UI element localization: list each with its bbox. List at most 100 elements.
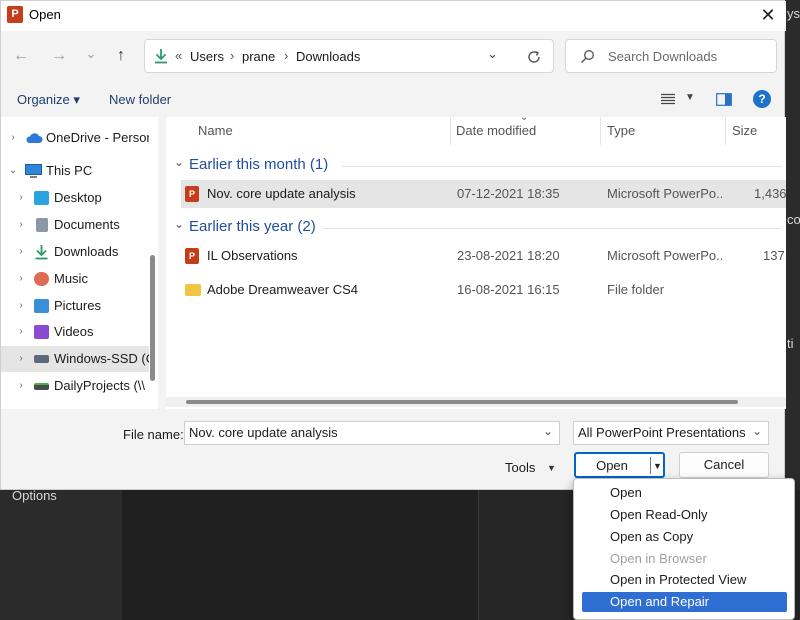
preview-pane-icon[interactable] bbox=[716, 93, 732, 106]
open-split-button[interactable]: Open ▼ bbox=[574, 452, 665, 478]
menu-item-open-and-repair[interactable]: Open and Repair bbox=[582, 592, 787, 612]
address-bar[interactable]: « Users › prane › Downloads ⌄ bbox=[144, 39, 554, 73]
chevron-down-icon[interactable]: ⌄ bbox=[7, 158, 19, 184]
chevron-right-icon[interactable]: › bbox=[15, 239, 27, 265]
sidebar-item-music[interactable]: › Music bbox=[1, 266, 149, 292]
file-name: Adobe Dreamweaver CS4 bbox=[207, 282, 359, 297]
tools-button[interactable]: Tools ▼ bbox=[505, 457, 561, 479]
filename-input[interactable]: Nov. core update analysis ⌄ bbox=[184, 421, 560, 445]
breadcrumb-users[interactable]: Users bbox=[190, 49, 224, 64]
sidebar-label-downloads: Downloads bbox=[54, 244, 119, 259]
column-separator[interactable] bbox=[725, 117, 726, 145]
open-button[interactable]: Open bbox=[576, 454, 648, 478]
group-label-this-year: Earlier this year (2) bbox=[189, 218, 316, 235]
group-divider bbox=[322, 228, 782, 229]
chevron-right-icon[interactable]: › bbox=[15, 319, 27, 345]
refresh-icon[interactable] bbox=[526, 49, 542, 65]
powerpoint-app-icon: P bbox=[7, 6, 23, 23]
filetype-value: All PowerPoint Presentations bbox=[578, 425, 746, 440]
group-header-this-year[interactable]: ⌄ Earlier this year (2) bbox=[174, 216, 782, 238]
background-divider bbox=[478, 490, 479, 620]
breadcrumb-prane[interactable]: prane bbox=[242, 49, 275, 64]
sidebar-item-documents[interactable]: › Documents bbox=[1, 212, 149, 238]
chevron-right-icon[interactable]: › bbox=[15, 212, 27, 238]
open-dropdown-arrow-icon[interactable]: ▼ bbox=[653, 454, 662, 478]
breadcrumb-downloads[interactable]: Downloads bbox=[296, 49, 360, 64]
group-header-this-month[interactable]: ⌄ Earlier this month (1) bbox=[174, 154, 782, 176]
file-date: 07-12-2021 18:35 bbox=[457, 186, 560, 201]
file-type: Microsoft PowerPo... bbox=[607, 186, 722, 201]
menu-item-open-protected-view[interactable]: Open in Protected View bbox=[582, 570, 787, 590]
column-header-size[interactable]: Size bbox=[732, 123, 757, 138]
view-options-icon[interactable] bbox=[661, 93, 675, 105]
videos-icon bbox=[34, 325, 49, 339]
menu-item-open-read-only[interactable]: Open Read-Only bbox=[582, 505, 787, 525]
chevron-right-icon[interactable]: › bbox=[15, 373, 27, 399]
sidebar-label-desktop: Desktop bbox=[54, 190, 102, 205]
sidebar-item-this-pc[interactable]: ⌄ This PC bbox=[1, 158, 149, 184]
sidebar-item-videos[interactable]: › Videos bbox=[1, 319, 149, 345]
sidebar-label-documents: Documents bbox=[54, 217, 120, 232]
forward-button[interactable]: → bbox=[46, 43, 72, 69]
column-separator[interactable] bbox=[600, 117, 601, 145]
navigation-pane: › OneDrive - Person ⌄ This PC › Desktop … bbox=[1, 117, 158, 409]
column-header-type[interactable]: Type bbox=[607, 123, 635, 138]
chevron-right-icon[interactable]: › bbox=[15, 266, 27, 292]
horizontal-scrollbar[interactable] bbox=[166, 397, 786, 407]
open-dialog: P Open ✕ ← → ⌄ ↑ « Users › prane › Downl… bbox=[0, 0, 787, 490]
column-header-date[interactable]: Date modified bbox=[456, 123, 536, 138]
sidebar-scrollbar-thumb[interactable] bbox=[150, 255, 155, 381]
column-header-row: Name ⌄ Date modified Type Size bbox=[166, 112, 786, 145]
chevron-right-icon[interactable]: › bbox=[15, 293, 27, 319]
filename-value: Nov. core update analysis bbox=[189, 425, 338, 440]
cancel-button[interactable]: Cancel bbox=[679, 452, 769, 478]
menu-item-open[interactable]: Open bbox=[582, 483, 787, 503]
help-icon[interactable]: ? bbox=[753, 90, 771, 108]
back-button[interactable]: ← bbox=[8, 43, 34, 69]
command-bar: Organize ▾ New folder ▼ ? bbox=[1, 83, 786, 115]
column-separator[interactable] bbox=[450, 117, 451, 145]
file-name: IL Observations bbox=[207, 248, 298, 263]
sidebar-item-pictures[interactable]: › Pictures bbox=[1, 293, 149, 319]
view-dropdown-chevron-icon[interactable]: ▼ bbox=[685, 92, 695, 103]
file-date: 23-08-2021 18:20 bbox=[457, 248, 560, 263]
background-app-panel bbox=[122, 490, 478, 620]
search-box[interactable]: Search Downloads bbox=[565, 39, 777, 73]
filetype-select[interactable]: All PowerPoint Presentations ⌄ bbox=[573, 421, 769, 445]
folder-icon bbox=[185, 284, 201, 296]
organize-button[interactable]: Organize ▾ bbox=[17, 92, 80, 108]
new-folder-button[interactable]: New folder bbox=[109, 92, 171, 107]
sidebar-label-dailyprojects: DailyProjects (\\ bbox=[54, 378, 146, 393]
sidebar-item-dailyprojects[interactable]: › DailyProjects (\\ bbox=[1, 373, 149, 399]
menu-item-open-as-copy[interactable]: Open as Copy bbox=[582, 527, 787, 547]
search-placeholder: Search Downloads bbox=[608, 49, 718, 64]
close-button[interactable]: ✕ bbox=[753, 3, 783, 27]
breadcrumb-separator-icon: › bbox=[284, 48, 289, 63]
recent-locations-button[interactable]: ⌄ bbox=[78, 41, 104, 67]
chevron-right-icon[interactable]: › bbox=[15, 185, 27, 211]
file-row[interactable]: P IL Observations 23-08-2021 18:20 Micro… bbox=[181, 242, 786, 270]
horizontal-scrollbar-thumb[interactable] bbox=[186, 400, 738, 404]
sidebar-label-onedrive: OneDrive - Person bbox=[46, 130, 149, 145]
sidebar-item-desktop[interactable]: › Desktop bbox=[1, 185, 149, 211]
sidebar-item-onedrive[interactable]: › OneDrive - Person bbox=[1, 125, 149, 151]
sort-chevron-icon: ⌄ bbox=[520, 112, 529, 123]
up-button[interactable]: ↑ bbox=[108, 43, 134, 69]
chevron-right-icon[interactable]: › bbox=[15, 346, 27, 372]
file-row[interactable]: P Nov. core update analysis 07-12-2021 1… bbox=[181, 180, 787, 208]
up-arrow-icon: ↑ bbox=[117, 47, 125, 64]
file-row[interactable]: Adobe Dreamweaver CS4 16-08-2021 16:15 F… bbox=[181, 276, 786, 304]
search-icon bbox=[581, 50, 594, 63]
split-divider bbox=[650, 457, 651, 474]
background-options-label[interactable]: Options bbox=[12, 488, 57, 503]
breadcrumb-overflow[interactable]: « bbox=[175, 48, 182, 63]
column-header-name[interactable]: Name bbox=[198, 123, 233, 138]
documents-icon bbox=[36, 218, 48, 232]
sidebar-item-windows-ssd[interactable]: › Windows-SSD (C bbox=[1, 346, 149, 372]
address-history-chevron-icon[interactable]: ⌄ bbox=[487, 46, 498, 62]
chevron-right-icon[interactable]: › bbox=[7, 125, 19, 151]
sidebar-item-downloads[interactable]: › Downloads bbox=[1, 239, 149, 265]
download-icon bbox=[35, 245, 48, 260]
filename-history-chevron-icon[interactable]: ⌄ bbox=[543, 420, 553, 442]
group-label-this-month: Earlier this month (1) bbox=[189, 156, 329, 173]
